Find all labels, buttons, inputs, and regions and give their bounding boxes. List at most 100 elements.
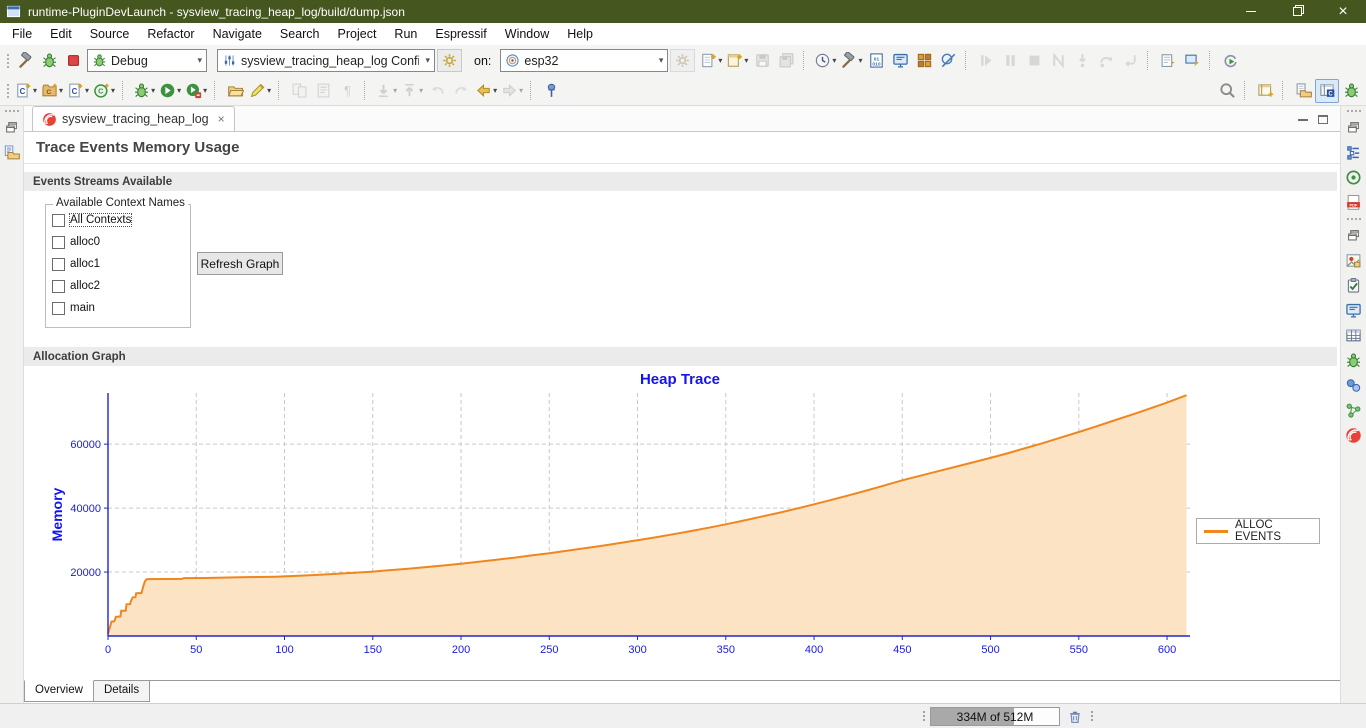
menu-search[interactable]: Search (271, 25, 329, 43)
memory-view-button[interactable] (1344, 375, 1364, 395)
breakpoints-view-button[interactable] (1344, 167, 1364, 187)
search-button[interactable] (1215, 79, 1239, 103)
plugin-registry-view-button[interactable] (1344, 400, 1364, 420)
svg-text:100: 100 (275, 644, 293, 656)
new-wizard-button[interactable]: ▾ (698, 49, 724, 73)
target-combo[interactable]: esp32 ▾ (500, 49, 668, 72)
mark-occurrences-button[interactable]: ▾ (247, 79, 273, 103)
debug-history-button[interactable]: ▾ (812, 49, 838, 73)
close-button[interactable]: × (1320, 0, 1366, 23)
toolbar-separator (1147, 51, 1152, 70)
menu-navigate[interactable]: Navigate (204, 25, 271, 43)
garbage-collect-button[interactable] (1064, 707, 1086, 726)
debug-mode-combo[interactable]: Debug ▾ (87, 49, 207, 72)
properties-view-button[interactable] (1344, 325, 1364, 345)
c-cpp-perspective-button[interactable]: C (1315, 79, 1339, 103)
tab-overview[interactable]: Overview (24, 680, 94, 702)
menu-refactor[interactable]: Refactor (138, 25, 203, 43)
resource-perspective-button[interactable] (1291, 79, 1315, 103)
menu-source[interactable]: Source (81, 25, 139, 43)
pin-console-button[interactable] (1156, 49, 1180, 73)
espressif-view-button[interactable] (1344, 425, 1364, 445)
back-button[interactable]: ▾ (473, 79, 499, 103)
para-icon: ¶ (339, 82, 356, 99)
run-button[interactable]: ▾ (157, 79, 183, 103)
pin-editor-button[interactable] (539, 79, 563, 103)
chevron-down-icon: ▾ (59, 86, 63, 95)
chevron-down-icon: ▾ (393, 86, 397, 95)
checkbox-icon (52, 258, 65, 271)
checkbox-icon (52, 280, 65, 293)
context-checkbox-all-contexts[interactable]: All Contexts (52, 213, 188, 227)
skip-breakpoints-button[interactable] (936, 49, 960, 73)
profile-button[interactable]: ▾ (183, 79, 209, 103)
debug-view-button[interactable] (1344, 350, 1364, 370)
drag-handle (4, 109, 19, 112)
new-menu-button[interactable]: ▾ (724, 49, 750, 73)
stopgray-icon (1026, 52, 1043, 69)
menu-file[interactable]: File (3, 25, 41, 43)
restore-view-button[interactable] (2, 117, 22, 137)
menu-espressif[interactable]: Espressif (426, 25, 495, 43)
image-view-button[interactable] (1344, 250, 1364, 270)
chevron-down-icon: ▾ (858, 56, 862, 65)
monitor-icon (892, 52, 909, 69)
editor-tab[interactable]: sysview_tracing_heap_log × (32, 106, 235, 131)
terminate-button[interactable] (61, 49, 85, 73)
console-view-button[interactable] (1344, 300, 1364, 320)
cdocOrange-icon: C (41, 82, 58, 99)
menu-run[interactable]: Run (385, 25, 426, 43)
context-checkbox-alloc2[interactable]: alloc2 (52, 279, 188, 293)
toolbar-separator (530, 81, 535, 100)
restore-view-button[interactable] (1344, 117, 1364, 137)
svg-text:150: 150 (364, 644, 382, 656)
context-checkbox-main[interactable]: main (52, 301, 188, 315)
terminal-button[interactable] (888, 49, 912, 73)
svg-text:350: 350 (717, 644, 735, 656)
new-make-target-button[interactable]: C▾ (39, 79, 65, 103)
minimize-button[interactable] (1228, 0, 1274, 23)
restart-button[interactable] (1218, 49, 1242, 73)
backyellow-icon (475, 82, 492, 99)
edit-config-button[interactable] (437, 49, 462, 72)
heap-trace-button[interactable] (912, 49, 936, 73)
binary-file-button[interactable]: 01010 (864, 49, 888, 73)
launch-config-combo[interactable]: sysview_tracing_heap_log Configu ▾ (217, 49, 435, 72)
project-explorer-button[interactable] (2, 142, 22, 162)
build-active-button[interactable]: ▾ (838, 49, 864, 73)
minimize-view-button[interactable] (1298, 119, 1308, 121)
debug-button[interactable]: ▾ (131, 79, 157, 103)
tasks-view-button[interactable] (1344, 275, 1364, 295)
build-button[interactable] (13, 49, 37, 73)
switch-console-button[interactable] (1180, 49, 1204, 73)
menu-help[interactable]: Help (558, 25, 602, 43)
tab-close-icon[interactable]: × (218, 112, 225, 126)
context-checkbox-alloc0[interactable]: alloc0 (52, 235, 188, 249)
chart-canvas: 0501001502002503003504004505005506002000… (24, 370, 1340, 666)
toolbar-separator (1282, 81, 1287, 100)
new-connection-button[interactable]: C▾ (91, 79, 117, 103)
new-source-file-button[interactable]: C▾ (65, 79, 91, 103)
open-perspective-button[interactable] (1253, 79, 1277, 103)
suspend-button (998, 49, 1022, 73)
pdf-view-button[interactable]: PDF (1344, 192, 1364, 212)
debug-perspective-button[interactable] (1339, 79, 1363, 103)
restore-view-button-2[interactable] (1344, 225, 1364, 245)
menu-edit[interactable]: Edit (41, 25, 81, 43)
tab-details[interactable]: Details (94, 681, 150, 702)
outline-view-button[interactable] (1344, 142, 1364, 162)
svg-text:0: 0 (105, 644, 111, 656)
debug-attach-button[interactable] (37, 49, 61, 73)
chevron-down-icon: ▾ (425, 55, 430, 66)
new-c-project-button[interactable]: C▾ (13, 79, 39, 103)
menu-window[interactable]: Window (496, 25, 558, 43)
menu-project[interactable]: Project (329, 25, 386, 43)
restore-button[interactable] (1274, 0, 1320, 23)
maximize-view-button[interactable] (1318, 115, 1328, 124)
toolbar-drag-handle (6, 83, 10, 99)
open-resource-button[interactable] (223, 79, 247, 103)
svg-text:PDF: PDF (1349, 202, 1358, 207)
editor-tab-label: sysview_tracing_heap_log (62, 112, 209, 126)
refresh-graph-button[interactable]: Refresh Graph (197, 252, 283, 275)
context-checkbox-alloc1[interactable]: alloc1 (52, 257, 188, 271)
